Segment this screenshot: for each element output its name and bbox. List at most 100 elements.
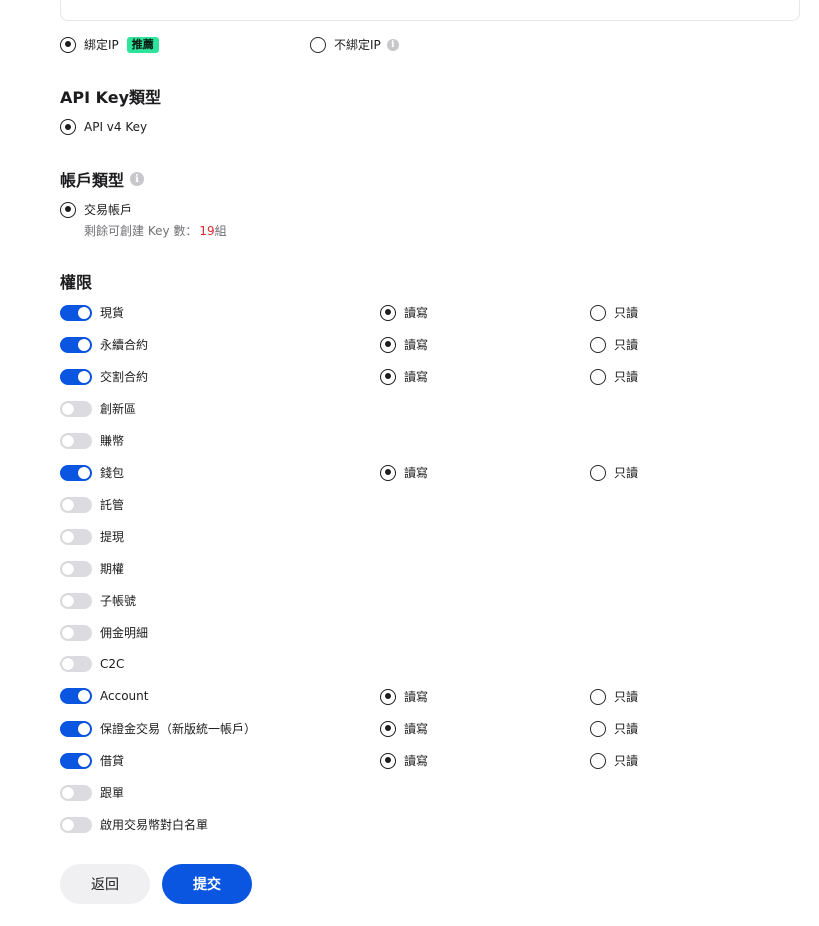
trading-account-label: 交易帳戶 bbox=[84, 203, 133, 217]
permission-toggle-group: 期權 bbox=[60, 560, 124, 577]
read-only-radio[interactable] bbox=[590, 336, 606, 353]
bind-ip-option[interactable]: 綁定IP 推薦 bbox=[60, 36, 159, 53]
submit-button[interactable]: 提交 bbox=[162, 864, 252, 904]
permission-toggle[interactable] bbox=[60, 528, 92, 545]
remaining-keys-prefix: 剩餘可創建 Key 數： bbox=[84, 224, 198, 238]
permission-toggle[interactable] bbox=[60, 784, 92, 801]
back-button[interactable]: 返回 bbox=[60, 864, 150, 904]
permission-label: 託管 bbox=[100, 498, 125, 512]
permission-row: 期權 bbox=[60, 558, 760, 578]
read-write-option[interactable]: 讀寫 bbox=[380, 368, 428, 385]
permission-toggle[interactable] bbox=[60, 560, 92, 577]
permission-row: 託管 bbox=[60, 494, 760, 514]
info-icon[interactable]: i bbox=[130, 172, 145, 186]
permission-label: 佣金明細 bbox=[100, 626, 149, 640]
read-only-option[interactable]: 只讀 bbox=[590, 336, 638, 353]
permission-toggle-group: 現貨 bbox=[60, 304, 124, 321]
permission-toggle-group: 借貸 bbox=[60, 752, 124, 769]
permission-toggle[interactable] bbox=[60, 624, 92, 641]
read-only-radio[interactable] bbox=[590, 752, 606, 769]
trading-account-radio[interactable] bbox=[60, 201, 76, 218]
read-write-radio[interactable] bbox=[380, 368, 396, 385]
info-icon[interactable]: i bbox=[386, 38, 399, 51]
permission-label: 永續合約 bbox=[100, 338, 149, 352]
read-write-option[interactable]: 讀寫 bbox=[380, 336, 428, 353]
read-only-radio[interactable] bbox=[590, 464, 606, 481]
read-write-option[interactable]: 讀寫 bbox=[380, 752, 428, 769]
read-only-radio[interactable] bbox=[590, 688, 606, 705]
permission-row: 交割合約 讀寫 只讀 bbox=[60, 366, 760, 386]
permission-toggle[interactable] bbox=[60, 464, 92, 481]
permission-toggle[interactable] bbox=[60, 496, 92, 513]
read-write-radio[interactable] bbox=[380, 464, 396, 481]
permission-toggle[interactable] bbox=[60, 368, 92, 385]
read-only-radio[interactable] bbox=[590, 720, 606, 737]
read-only-label: 只讀 bbox=[614, 370, 639, 384]
permission-row: 子帳號 bbox=[60, 590, 760, 610]
permission-toggle[interactable] bbox=[60, 400, 92, 417]
read-write-option[interactable]: 讀寫 bbox=[380, 304, 428, 321]
permission-toggle-group: 跟單 bbox=[60, 784, 124, 801]
read-only-option[interactable]: 只讀 bbox=[590, 752, 638, 769]
permission-toggle-group: 子帳號 bbox=[60, 592, 136, 609]
permission-toggle[interactable] bbox=[60, 720, 92, 737]
permission-row: 創新區 bbox=[60, 398, 760, 418]
permission-row: 跟單 bbox=[60, 782, 760, 802]
permission-toggle[interactable] bbox=[60, 752, 92, 769]
permission-row: 保證金交易（新版統一帳戶） 讀寫 只讀 bbox=[60, 718, 760, 738]
remaining-keys-count: 19 bbox=[199, 224, 215, 238]
read-only-label: 只讀 bbox=[614, 690, 639, 704]
trading-account-option[interactable]: 交易帳戶 bbox=[60, 201, 132, 218]
permission-label: C2C bbox=[100, 657, 125, 671]
read-write-label: 讀寫 bbox=[404, 370, 429, 384]
permission-toggle[interactable] bbox=[60, 688, 92, 704]
permission-row: 永續合約 讀寫 只讀 bbox=[60, 334, 760, 354]
read-only-radio[interactable] bbox=[590, 304, 606, 321]
permission-toggle[interactable] bbox=[60, 336, 92, 353]
read-only-label: 只讀 bbox=[614, 306, 639, 320]
read-write-label: 讀寫 bbox=[404, 466, 429, 480]
permission-row: 錢包 讀寫 只讀 bbox=[60, 462, 760, 482]
permission-label: 借貸 bbox=[100, 754, 125, 768]
read-write-label: 讀寫 bbox=[404, 722, 429, 736]
read-write-option[interactable]: 讀寫 bbox=[380, 720, 428, 737]
permission-row: 賺幣 bbox=[60, 430, 760, 450]
ip-address-input[interactable] bbox=[60, 0, 800, 21]
read-write-radio[interactable] bbox=[380, 720, 396, 737]
api-v4-key-label: API v4 Key bbox=[84, 120, 148, 134]
read-only-option[interactable]: 只讀 bbox=[590, 304, 638, 321]
read-only-label: 只讀 bbox=[614, 338, 639, 352]
read-only-option[interactable]: 只讀 bbox=[590, 688, 638, 705]
read-write-radio[interactable] bbox=[380, 304, 396, 321]
read-only-option[interactable]: 只讀 bbox=[590, 464, 638, 481]
permission-toggle-group: 保證金交易（新版統一帳戶） bbox=[60, 720, 256, 737]
permission-toggle-group: 託管 bbox=[60, 496, 124, 513]
api-v4-key-option[interactable]: API v4 Key bbox=[60, 119, 147, 135]
read-only-radio[interactable] bbox=[590, 368, 606, 385]
read-write-option[interactable]: 讀寫 bbox=[380, 688, 428, 705]
read-write-radio[interactable] bbox=[380, 752, 396, 769]
api-v4-key-radio[interactable] bbox=[60, 119, 76, 135]
permission-toggle[interactable] bbox=[60, 432, 92, 449]
permission-toggle[interactable] bbox=[60, 656, 92, 672]
permission-toggle-group: 錢包 bbox=[60, 464, 124, 481]
account-type-title-text: 帳戶類型 bbox=[60, 171, 125, 190]
remaining-keys-suffix: 組 bbox=[214, 224, 227, 238]
unbind-ip-radio[interactable] bbox=[310, 36, 326, 53]
read-only-option[interactable]: 只讀 bbox=[590, 720, 638, 737]
read-write-option[interactable]: 讀寫 bbox=[380, 464, 428, 481]
api-key-form: 綁定IP 推薦 不綁定IP i API Key類型 API v4 Key 帳戶類… bbox=[0, 0, 819, 926]
read-only-option[interactable]: 只讀 bbox=[590, 368, 638, 385]
api-key-type-title: API Key類型 bbox=[60, 84, 161, 108]
read-write-radio[interactable] bbox=[380, 688, 396, 705]
permission-toggle-group: Account bbox=[60, 688, 148, 704]
permission-toggle-group: 佣金明細 bbox=[60, 624, 148, 641]
permission-toggle-group: 啟用交易幣對白名單 bbox=[60, 816, 208, 833]
bind-ip-radio[interactable] bbox=[60, 36, 76, 53]
permission-toggle[interactable] bbox=[60, 816, 92, 833]
remaining-keys-note: 剩餘可創建 Key 數： 19組 bbox=[84, 222, 227, 239]
permission-toggle[interactable] bbox=[60, 592, 92, 609]
unbind-ip-option[interactable]: 不綁定IP i bbox=[310, 36, 399, 53]
read-write-radio[interactable] bbox=[380, 336, 396, 353]
permission-toggle[interactable] bbox=[60, 304, 92, 321]
